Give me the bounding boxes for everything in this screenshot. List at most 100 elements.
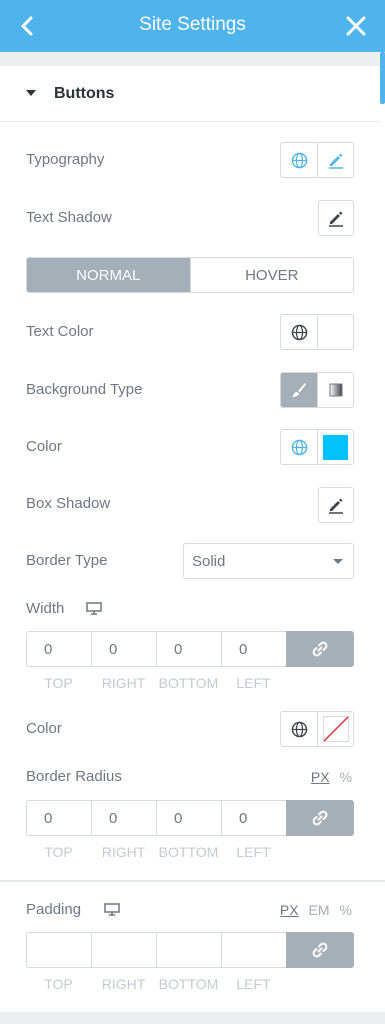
padding-right-input[interactable] xyxy=(91,932,156,968)
padding-top-input[interactable] xyxy=(26,932,91,968)
pencil-icon xyxy=(328,153,343,169)
caret-down-icon xyxy=(26,90,36,96)
side-label-bottom: BOTTOM xyxy=(158,844,219,860)
radius-left-input[interactable]: 0 xyxy=(221,800,286,836)
padding-left-input[interactable] xyxy=(221,932,286,968)
chevron-down-icon xyxy=(333,559,343,564)
link-icon xyxy=(312,641,328,657)
padding-label: Padding xyxy=(26,901,82,918)
side-label-top: TOP xyxy=(44,844,73,860)
section-buttons-header[interactable]: Buttons xyxy=(0,66,380,122)
pencil-icon xyxy=(329,211,343,227)
side-label-left: LEFT xyxy=(236,675,271,691)
border-radius-label: Border Radius xyxy=(26,768,122,785)
color-controls xyxy=(280,429,354,465)
unit-em[interactable]: EM xyxy=(309,902,330,918)
state-tabs: NORMAL HOVER xyxy=(26,257,354,293)
scrollbar[interactable] xyxy=(380,52,385,104)
side-label-left: LEFT xyxy=(236,976,271,992)
side-label-bottom: BOTTOM xyxy=(158,976,219,992)
gradient-icon xyxy=(329,383,342,397)
border-color-swatch-button[interactable] xyxy=(317,712,353,746)
unit-percent[interactable]: % xyxy=(340,769,352,785)
side-label-right: RIGHT xyxy=(101,976,146,992)
unit-px[interactable]: PX xyxy=(311,769,330,785)
text-color-swatch[interactable] xyxy=(317,315,353,349)
no-color-icon xyxy=(322,716,349,742)
section-divider xyxy=(0,880,385,882)
width-side-labels: TOP RIGHT BOTTOM LEFT xyxy=(26,675,286,691)
width-top-input[interactable]: 0 xyxy=(26,631,91,667)
padding-bottom-input[interactable] xyxy=(156,932,221,968)
section-title: Buttons xyxy=(54,85,115,102)
width-link-button[interactable] xyxy=(286,631,354,667)
border-color-controls xyxy=(280,711,354,747)
side-label-bottom: BOTTOM xyxy=(158,675,219,691)
side-label-left: LEFT xyxy=(236,844,271,860)
border-color-label: Color xyxy=(26,720,62,737)
color-swatch xyxy=(323,434,348,460)
radius-top-input[interactable]: 0 xyxy=(26,800,91,836)
box-shadow-label: Box Shadow xyxy=(26,495,111,512)
radius-bottom-input[interactable]: 0 xyxy=(156,800,221,836)
close-icon[interactable] xyxy=(343,13,369,39)
edit-typography-button[interactable] xyxy=(317,143,353,177)
side-label-top: TOP xyxy=(44,976,73,992)
tab-hover[interactable]: HOVER xyxy=(189,258,353,292)
width-right-input[interactable]: 0 xyxy=(91,631,156,667)
unit-percent[interactable]: % xyxy=(340,902,352,918)
typography-label: Typography xyxy=(26,151,105,168)
border-radius-inputs: 0 0 0 0 xyxy=(26,800,354,836)
pencil-icon xyxy=(329,498,343,514)
typography-controls xyxy=(280,142,354,178)
global-typography-button[interactable] xyxy=(281,143,317,177)
background-gradient-button[interactable] xyxy=(317,373,353,407)
color-swatch-button[interactable] xyxy=(317,430,353,464)
width-inputs: 0 0 0 0 xyxy=(26,631,354,667)
padding-side-labels: TOP RIGHT BOTTOM LEFT xyxy=(26,976,286,992)
link-icon xyxy=(312,942,328,958)
background-type-controls xyxy=(280,372,354,408)
width-label: Width xyxy=(26,600,65,617)
tab-normal[interactable]: NORMAL xyxy=(27,258,190,292)
global-text-color-button[interactable] xyxy=(281,315,317,349)
border-type-label: Border Type xyxy=(26,552,108,569)
brush-icon xyxy=(292,383,306,397)
background-classic-button[interactable] xyxy=(281,373,317,407)
side-label-right: RIGHT xyxy=(101,675,146,691)
link-icon xyxy=(312,810,328,826)
width-left-input[interactable]: 0 xyxy=(221,631,286,667)
background-type-label: Background Type xyxy=(26,381,143,398)
border-radius-units: PX % xyxy=(311,769,352,785)
panel-header: Site Settings xyxy=(0,0,385,52)
edit-box-shadow-button[interactable] xyxy=(318,487,354,523)
radius-side-labels: TOP RIGHT BOTTOM LEFT xyxy=(26,844,286,860)
radius-right-input[interactable]: 0 xyxy=(91,800,156,836)
border-type-select[interactable]: Solid xyxy=(183,543,354,579)
globe-icon xyxy=(291,721,307,737)
desktop-icon[interactable] xyxy=(104,903,120,916)
unit-px[interactable]: PX xyxy=(280,902,299,918)
side-label-top: TOP xyxy=(44,675,73,691)
section-gap xyxy=(0,52,385,66)
global-color-button[interactable] xyxy=(281,430,317,464)
global-border-color-button[interactable] xyxy=(281,712,317,746)
padding-inputs xyxy=(26,932,354,968)
text-color-label: Text Color xyxy=(26,323,94,340)
color-label: Color xyxy=(26,438,62,455)
edit-text-shadow-button[interactable] xyxy=(318,200,354,236)
radius-link-button[interactable] xyxy=(286,800,354,836)
text-color-controls xyxy=(280,314,354,350)
globe-icon xyxy=(291,439,307,455)
side-label-right: RIGHT xyxy=(101,844,146,860)
padding-units: PX EM % xyxy=(280,902,352,918)
padding-link-button[interactable] xyxy=(286,932,354,968)
section-gap xyxy=(0,1012,385,1024)
text-shadow-label: Text Shadow xyxy=(26,209,112,226)
globe-icon xyxy=(291,324,307,340)
border-type-value: Solid xyxy=(192,553,226,570)
globe-icon xyxy=(291,152,307,168)
width-bottom-input[interactable]: 0 xyxy=(156,631,221,667)
desktop-icon[interactable] xyxy=(86,602,102,615)
panel-title: Site Settings xyxy=(139,14,246,35)
